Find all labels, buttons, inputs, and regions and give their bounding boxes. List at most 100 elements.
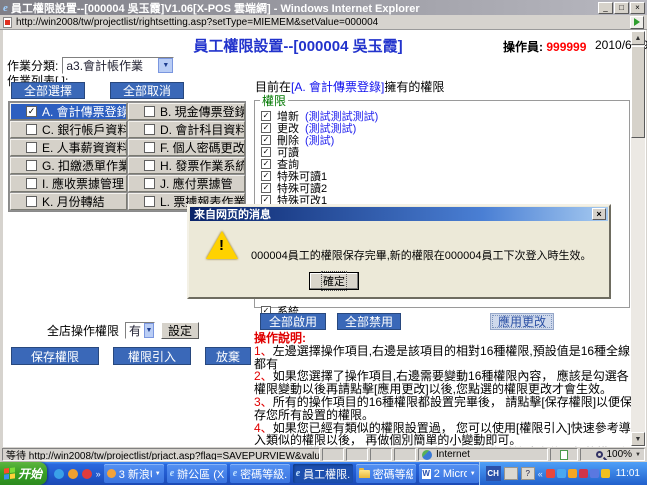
enable-all-button[interactable]: 全部啟用 xyxy=(260,313,326,330)
minimize-button[interactable]: _ xyxy=(598,2,613,14)
cancel-all-button[interactable]: 全部取消 xyxy=(110,82,184,99)
messenger-icon[interactable] xyxy=(54,469,64,479)
module-checkbox[interactable] xyxy=(26,142,37,153)
go-button[interactable] xyxy=(630,16,644,29)
module-checkbox[interactable] xyxy=(144,142,155,153)
dialog-ok-button[interactable]: 確定 xyxy=(309,272,359,290)
module-item[interactable]: E. 人事薪資資料 xyxy=(10,139,127,156)
vertical-scrollbar[interactable]: ▲ ▼ xyxy=(631,31,645,446)
window-title: 員工權限設置--[000004 吳玉霞]V1.06[X-POS 雲端網] - W… xyxy=(11,0,598,16)
taskbar-window-button[interactable]: W2 Micro...▼ xyxy=(419,464,479,483)
zoom-control[interactable]: 100% ▼ xyxy=(580,448,645,461)
chevron-right-icon[interactable]: » xyxy=(96,469,101,479)
chevron-down-icon[interactable]: ▼ xyxy=(144,323,154,338)
module-item[interactable]: F. 個人密碼更改 xyxy=(128,139,245,156)
uc-messenger-icon[interactable] xyxy=(557,469,566,478)
qq-icon[interactable] xyxy=(579,469,588,478)
permission-checkbox[interactable]: ✓ xyxy=(261,111,271,121)
scroll-up-icon[interactable]: ▲ xyxy=(631,31,645,45)
module-item[interactable]: I. 應收票據管理 xyxy=(10,175,127,192)
module-label: B. 現金傳票登錄 xyxy=(160,103,244,120)
mail-icon[interactable] xyxy=(68,469,78,479)
permission-row[interactable]: ✓刪除(測試) xyxy=(261,134,625,145)
language-indicator[interactable]: CH xyxy=(486,466,501,481)
task-buttons: 3 新浪UC▼e辦公區 (X...e密碼等級...e員工權限...密碼等級...… xyxy=(104,464,479,483)
permission-checkbox[interactable]: ✓ xyxy=(261,147,271,157)
scrollbar-thumb[interactable] xyxy=(631,46,645,138)
permission-row[interactable]: ✓可讀 xyxy=(261,146,625,157)
download-icon[interactable] xyxy=(568,469,577,478)
module-checkbox[interactable] xyxy=(144,106,155,117)
scroll-down-icon[interactable]: ▼ xyxy=(631,432,645,446)
disable-all-button[interactable]: 全部禁用 xyxy=(337,313,401,330)
save-permissions-button[interactable]: 保存權限 xyxy=(11,347,99,365)
module-item[interactable]: K. 月份轉結 xyxy=(10,193,127,210)
maximize-button[interactable]: □ xyxy=(614,2,629,14)
url-input[interactable] xyxy=(16,17,630,28)
taskbar-window-button[interactable]: e辦公區 (X... xyxy=(167,464,227,483)
word-icon: W xyxy=(422,469,431,479)
dialog-close-button[interactable]: × xyxy=(592,208,606,220)
module-label: C. 銀行帳戶資料 xyxy=(42,121,126,138)
taskbar-button-label: 密碼等級... xyxy=(240,466,287,482)
module-item[interactable]: D. 會計科目資料 xyxy=(128,121,245,138)
permission-checkbox[interactable]: ✓ xyxy=(261,183,271,193)
module-checkbox[interactable] xyxy=(144,196,155,207)
tray-icons xyxy=(546,469,610,478)
category-select[interactable]: a3.會計帳作業 ▼ xyxy=(62,57,174,74)
module-checkbox[interactable] xyxy=(26,196,37,207)
permission-checkbox[interactable]: ✓ xyxy=(261,171,271,181)
module-label: K. 月份轉結 xyxy=(42,193,105,210)
chevron-down-icon[interactable]: ▼ xyxy=(635,452,641,458)
taskbar-button-label: 密碼等級... xyxy=(373,466,413,482)
permission-checkbox[interactable]: ✓ xyxy=(261,195,271,205)
apply-changes-button[interactable]: 應用更改 xyxy=(490,313,554,330)
module-item[interactable]: H. 發票作業系統 xyxy=(128,157,245,174)
store-permission-select[interactable]: 有 ▼ xyxy=(125,322,155,339)
module-item[interactable]: G. 扣繳憑單作業 xyxy=(10,157,127,174)
security-shield-icon[interactable] xyxy=(601,469,610,478)
instruction-line: 3、所有的操作項目的16種權限都設置完畢後， 請點擊[保存權限]以便保存您所有設… xyxy=(254,396,634,422)
module-checkbox[interactable] xyxy=(144,178,155,189)
module-label: I. 應收票據管理 xyxy=(42,175,124,192)
module-checkbox[interactable] xyxy=(26,124,37,135)
module-item[interactable]: J. 應付票據管 xyxy=(128,175,245,192)
import-permissions-button[interactable]: 權限引入 xyxy=(113,347,191,365)
module-checkbox[interactable] xyxy=(26,160,37,171)
module-checkbox[interactable] xyxy=(144,124,155,135)
module-list: ✓A. 會計傳票登錄 B. 現金傳票登錄 C. 銀行帳戶資料D. 會計科目資料E. … xyxy=(8,101,246,212)
printer-icon[interactable] xyxy=(504,467,518,480)
store-permission-value: 有 xyxy=(126,322,144,339)
instruction-text: 左邊選擇操作項目,右邊是該項目的相對16種權限,預設值是16種全線都有 xyxy=(254,344,630,371)
module-label: H. 發票作業系統 xyxy=(160,157,244,174)
set-button[interactable]: 設定 xyxy=(161,322,199,339)
module-checkbox[interactable] xyxy=(26,178,37,189)
module-item[interactable]: B. 現金傳票登錄 xyxy=(128,103,245,120)
module-item[interactable]: C. 銀行帳戶資料 xyxy=(10,121,127,138)
permission-checkbox[interactable]: ✓ xyxy=(261,159,271,169)
permission-checkbox[interactable]: ✓ xyxy=(261,135,271,145)
close-button[interactable]: × xyxy=(630,2,645,14)
chevron-down-icon[interactable]: ▼ xyxy=(470,471,476,477)
ie-icon: e xyxy=(296,468,300,479)
qq-icon[interactable] xyxy=(82,469,92,479)
start-button[interactable]: 开始 xyxy=(0,462,47,485)
taskbar-window-button[interactable]: e密碼等級... xyxy=(230,464,290,483)
chevron-left-icon[interactable]: « xyxy=(538,469,543,479)
select-all-button[interactable]: 全部選擇 xyxy=(11,82,85,99)
taskbar-window-button[interactable]: 3 新浪UC▼ xyxy=(104,464,164,483)
help-icon[interactable]: ? xyxy=(521,467,535,480)
chevron-down-icon[interactable]: ▼ xyxy=(158,58,173,73)
chevron-down-icon[interactable]: ▼ xyxy=(155,471,161,477)
update-icon[interactable] xyxy=(590,469,599,478)
taskbar-window-button[interactable]: e員工權限... xyxy=(293,464,353,483)
permission-checkbox[interactable]: ✓ xyxy=(261,123,271,133)
instruction-text: 所有的操作項目的16種權限都設置完畢後， 請點擊[保存權限]以便保存您所有設置的… xyxy=(254,395,632,422)
taskbar-window-button[interactable]: 密碼等級... xyxy=(356,464,416,483)
module-checkbox[interactable] xyxy=(144,160,155,171)
discard-button[interactable]: 放棄 xyxy=(205,347,251,365)
qq-penguin-icon[interactable] xyxy=(546,469,555,478)
module-item[interactable]: ✓A. 會計傳票登錄 xyxy=(10,103,127,120)
module-checkbox[interactable]: ✓ xyxy=(26,106,37,117)
start-label: 开始 xyxy=(18,465,42,482)
